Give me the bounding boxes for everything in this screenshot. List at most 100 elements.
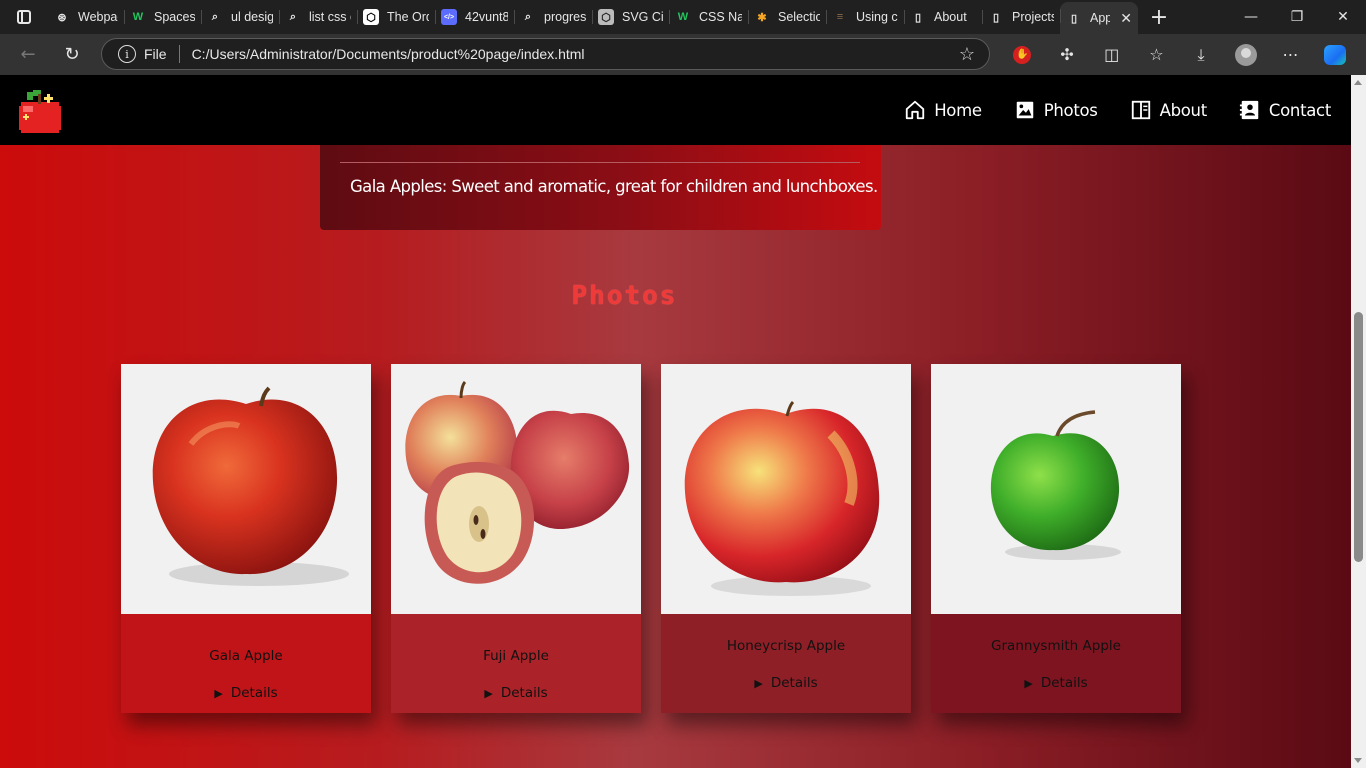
browser-tab-active[interactable]: ▯ App ✕ <box>1060 2 1138 34</box>
nav-contact-link[interactable]: Contact <box>1239 99 1331 121</box>
card-title: Fuji Apple <box>483 648 549 664</box>
card-title: Honeycrisp Apple <box>726 638 846 654</box>
tab-label: About <box>934 10 967 24</box>
nav-photos-link[interactable]: Photos <box>1014 99 1098 121</box>
home-icon <box>906 100 925 120</box>
fuji-apple-image <box>391 364 641 614</box>
browser-toolbar: ← ↻ i File C:/Users/Administrator/Docume… <box>0 34 1366 75</box>
nav-photos-label: Photos <box>1043 100 1098 120</box>
triangle-right-icon: ▶ <box>484 687 493 700</box>
codepen-icon: ⬡ <box>363 9 379 25</box>
details-toggle[interactable]: ▶ Details <box>931 675 1181 691</box>
browser-tab[interactable]: ✱ Selectio <box>748 3 826 31</box>
split-screen-icon[interactable]: ◫ <box>1089 34 1134 75</box>
nav-home-link[interactable]: Home <box>904 99 982 121</box>
browser-tab[interactable]: ⌕ progres <box>514 3 592 31</box>
scrollbar-thumb[interactable] <box>1354 312 1363 562</box>
w-logo-icon: W <box>677 11 689 23</box>
stackoverflow-icon: ≡ <box>836 11 844 23</box>
browser-tab[interactable]: W CSS Nav <box>669 3 748 31</box>
code-icon: </> <box>441 9 457 25</box>
triangle-right-icon: ▶ <box>754 677 763 690</box>
favorite-star-icon[interactable]: ☆ <box>959 44 975 65</box>
details-toggle[interactable]: ▶ Details <box>391 685 641 701</box>
photo-card-honeycrisp: Honeycrisp Apple ▶ Details <box>661 364 911 713</box>
close-window-icon[interactable]: ✕ <box>1320 0 1366 34</box>
tab-actions-icon <box>17 10 31 24</box>
page-scrollbar[interactable] <box>1351 75 1366 768</box>
card-title: Grannysmith Apple <box>991 638 1121 654</box>
nav-about-link[interactable]: About <box>1130 99 1207 121</box>
refresh-icon[interactable]: ↻ <box>50 34 94 75</box>
scroll-up-icon[interactable] <box>1354 80 1362 85</box>
tab-strip: ⊛ Webpag W Spaces ⌕ ul desig ⌕ list css c ⬡ T… <box>48 0 1138 34</box>
stop-hand-icon: ✋ <box>1013 45 1032 64</box>
info-text: Gala Apples: Sweet and aromatic, great f… <box>350 177 878 196</box>
nav-home-label: Home <box>934 100 982 120</box>
page-viewport: Gala Apples: Sweet and aromatic, great f… <box>0 75 1351 768</box>
tab-label: ul desig <box>231 10 273 24</box>
page-icon: ▯ <box>914 11 922 24</box>
minimize-icon[interactable]: — <box>1228 0 1274 34</box>
browser-tab[interactable]: W Spaces <box>124 3 201 31</box>
gala-apple-image <box>121 364 371 614</box>
card-footer: Honeycrisp Apple ▶ Details <box>661 614 911 713</box>
tab-label: Webpag <box>78 10 118 24</box>
details-toggle[interactable]: ▶ Details <box>121 685 371 701</box>
w-logo-icon: W <box>132 11 144 23</box>
favorites-icon[interactable]: ☆ <box>1134 34 1179 75</box>
tab-label: Spaces <box>154 10 195 24</box>
browser-tab[interactable]: ≡ Using c <box>826 3 904 31</box>
downloads-icon[interactable]: ⤓ <box>1179 34 1224 75</box>
adblock-button[interactable]: ✋ <box>1000 34 1045 75</box>
photo-card-grannysmith: Grannysmith Apple ▶ Details <box>931 364 1181 713</box>
window-controls: — ❐ ✕ <box>1228 0 1366 34</box>
browser-tab[interactable]: ⊛ Webpag <box>48 3 124 31</box>
info-icon[interactable]: i <box>118 45 136 63</box>
honeycrisp-apple-image <box>661 364 911 614</box>
browser-tab-bar: ⊛ Webpag W Spaces ⌕ ul desig ⌕ list css c ⬡ T… <box>0 0 1366 34</box>
url-text[interactable]: C:/Users/Administrator/Documents/product… <box>192 46 585 62</box>
restore-icon[interactable]: ❐ <box>1274 0 1320 34</box>
nav-contact-label: Contact <box>1268 100 1331 120</box>
chatgpt-icon: ⊛ <box>57 11 67 24</box>
site-navbar: Home Photos About Contact <box>0 75 1351 145</box>
extensions-icon[interactable]: ✣ <box>1045 34 1090 75</box>
more-menu-icon[interactable]: ⋯ <box>1268 34 1313 75</box>
photos-section-title: Photos <box>571 281 678 311</box>
profile-button[interactable] <box>1223 34 1268 75</box>
tab-actions-button[interactable] <box>0 0 48 34</box>
details-toggle[interactable]: ▶ Details <box>661 675 911 691</box>
page-icon: ▯ <box>992 11 1000 24</box>
copilot-button[interactable] <box>1313 34 1358 75</box>
apple-logo-icon[interactable] <box>19 90 61 135</box>
photo-card-fuji: Fuji Apple ▶ Details <box>391 364 641 713</box>
tab-label: Using c <box>856 10 898 24</box>
browser-tab[interactable]: ⬡ SVG Cir <box>592 3 669 31</box>
card-title: Gala Apple <box>209 648 283 664</box>
browser-tab[interactable]: ▯ About <box>904 3 982 31</box>
browser-tab[interactable]: </> 42vunt8 <box>435 3 514 31</box>
back-icon[interactable]: ← <box>6 34 50 75</box>
colorful-icon: ✱ <box>757 11 767 24</box>
scroll-down-icon[interactable] <box>1354 758 1362 763</box>
browser-tab[interactable]: ⌕ ul desig <box>201 3 279 31</box>
details-label: Details <box>230 685 278 701</box>
codepen-icon: ⬡ <box>598 9 614 25</box>
details-label: Details <box>770 675 818 691</box>
browser-tab[interactable]: ⌕ list css c <box>279 3 357 31</box>
address-bar[interactable]: i File C:/Users/Administrator/Documents/… <box>101 38 990 70</box>
new-tab-button[interactable]: + <box>1142 3 1176 31</box>
tab-label: list css c <box>309 10 351 24</box>
nav-about-label: About <box>1159 100 1208 120</box>
browser-tab[interactable]: ⬡ The Ord <box>357 3 435 31</box>
tab-label: The Ord <box>387 10 429 24</box>
grannysmith-apple-image <box>931 364 1181 614</box>
close-tab-icon[interactable]: ✕ <box>1120 10 1132 27</box>
search-icon: ⌕ <box>524 10 532 23</box>
address-separator <box>178 45 180 63</box>
tab-label: progres <box>544 10 586 24</box>
photo-card-gala: Gala Apple ▶ Details <box>121 364 371 713</box>
details-label: Details <box>1040 675 1088 691</box>
browser-tab[interactable]: ▯ Projects <box>982 3 1060 31</box>
